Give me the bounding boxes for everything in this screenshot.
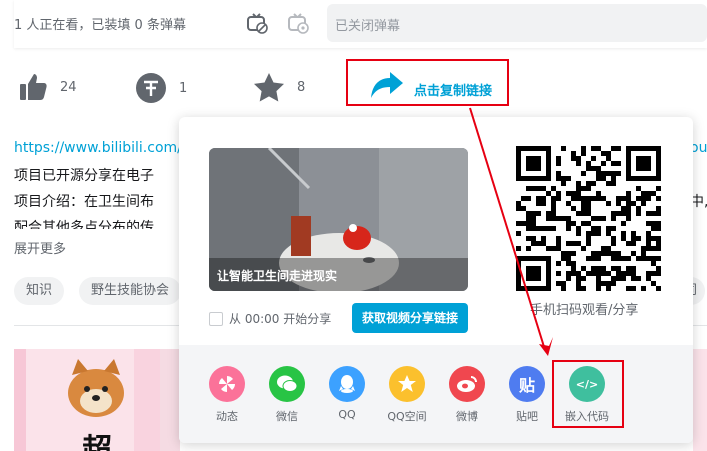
qr-code [516, 146, 662, 292]
share-qq-label: QQ [338, 408, 356, 421]
share-qq[interactable]: QQ [317, 366, 377, 421]
thumbnail-edge [160, 349, 180, 451]
star-icon [254, 73, 284, 102]
start-time-checkbox[interactable] [209, 311, 223, 326]
tag-wild-skills[interactable]: 野生技能协会 [79, 277, 182, 305]
danmaku-input[interactable]: 已关闭弹幕 [327, 4, 707, 42]
qr-caption: 手机扫码观看/分享 [530, 303, 639, 318]
thumbnail-text: 超 [82, 433, 112, 451]
favorite-count: 8 [297, 79, 306, 95]
tieba-icon: 贴 [509, 366, 545, 402]
start-time-option[interactable]: 从 00:00 开始分享 [209, 310, 331, 327]
dynamic-icon [209, 366, 245, 402]
share-tieba-label: 贴吧 [516, 410, 538, 423]
weibo-icon [449, 366, 485, 402]
share-wechat-label: 微信 [276, 410, 298, 423]
qq-icon [329, 366, 365, 402]
wechat-icon [269, 366, 305, 402]
danmaku-settings-icon[interactable] [286, 11, 310, 35]
coin-button[interactable]: 1 [135, 72, 187, 104]
share-tieba[interactable]: 贴 贴吧 [497, 366, 557, 424]
coin-count: 1 [179, 80, 188, 96]
description-line-3: 配合其他多点分布的传 [14, 220, 154, 229]
share-dynamic-label: 动态 [216, 410, 238, 423]
copy-link-button[interactable]: 点击复制链接 [414, 80, 492, 99]
like-button[interactable]: 24 [18, 72, 77, 102]
favorite-button[interactable]: 8 [253, 72, 305, 102]
embed-highlight-box [552, 360, 624, 428]
share-weibo-label: 微博 [456, 410, 478, 423]
related-video-thumbnail[interactable]: 超 [14, 349, 174, 451]
description-line-1: 项目已开源分享在电子 [14, 168, 154, 184]
video-preview-caption: 让智能卫生间走进现实 [217, 269, 338, 283]
danmaku-toggle-icon[interactable] [245, 11, 269, 35]
thumbs-up-icon [20, 74, 47, 100]
share-dynamic[interactable]: 动态 [197, 366, 257, 424]
share-weibo[interactable]: 微博 [437, 366, 497, 424]
like-count: 24 [60, 79, 77, 95]
qzone-icon [389, 366, 425, 402]
share-qzone-label: QQ空间 [387, 410, 427, 423]
start-time-label: 从 00:00 开始分享 [229, 312, 332, 326]
description-line-2: 项目介绍：在卫生间布 [14, 194, 154, 210]
share-qzone[interactable]: QQ空间 [377, 366, 437, 424]
coin-icon [136, 73, 166, 103]
share-arrow-icon[interactable] [370, 70, 404, 104]
tag-knowledge[interactable]: 知识 [14, 277, 65, 305]
share-wechat[interactable]: 微信 [257, 366, 317, 424]
video-link[interactable]: https://www.bilibili.com/ [14, 140, 179, 156]
thumbnail-right-edge [693, 349, 707, 451]
danmaku-input-placeholder: 已关闭弹幕 [335, 19, 401, 34]
expand-more-link[interactable]: 展开更多 [14, 238, 66, 257]
viewer-status: 1 人正在看，已装填 0 条弹幕 [14, 18, 186, 33]
get-share-link-button[interactable]: 获取视频分享链接 [352, 303, 468, 333]
